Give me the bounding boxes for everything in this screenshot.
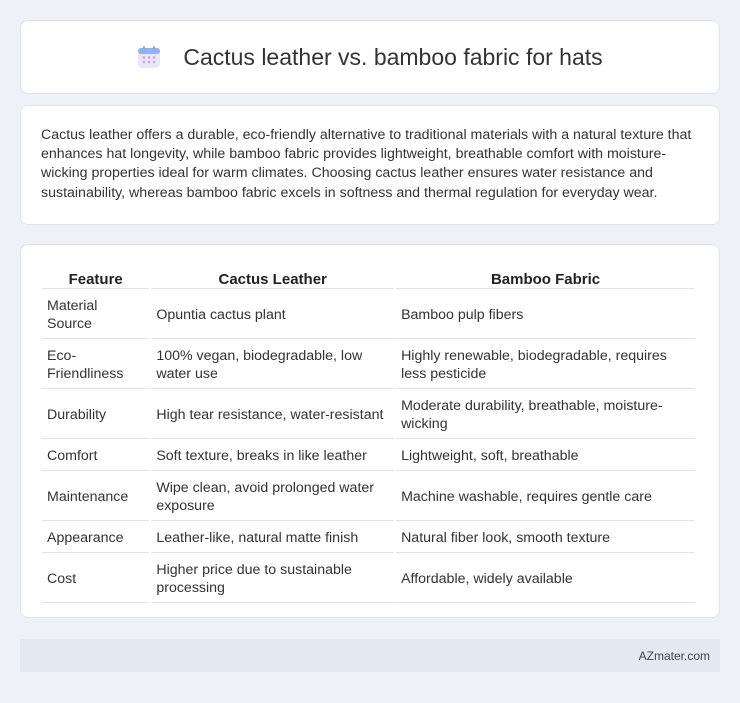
- row-cactus: Wipe clean, avoid prolonged water exposu…: [151, 473, 395, 521]
- row-bamboo: Machine washable, requires gentle care: [396, 473, 695, 521]
- row-feature: Durability: [42, 391, 150, 439]
- summary-card: Cactus leather offers a durable, eco-fri…: [20, 105, 720, 225]
- row-bamboo: Lightweight, soft, breathable: [396, 441, 695, 471]
- summary-text: Cactus leather offers a durable, eco-fri…: [41, 127, 692, 201]
- table-row: Eco-Friendliness 100% vegan, biodegradab…: [42, 341, 695, 389]
- header-cactus-leather: Cactus Leather: [151, 263, 395, 289]
- table-row: Maintenance Wipe clean, avoid prolonged …: [42, 473, 695, 521]
- row-cactus: Soft texture, breaks in like leather: [151, 441, 395, 471]
- footer: AZmater.com: [20, 639, 720, 672]
- table-row: Material Source Opuntia cactus plant Bam…: [42, 291, 695, 339]
- comparison-table-card: Feature Cactus Leather Bamboo Fabric Mat…: [20, 244, 720, 618]
- row-cactus: Opuntia cactus plant: [151, 291, 395, 339]
- row-cactus: High tear resistance, water-resistant: [151, 391, 395, 439]
- row-feature: Comfort: [42, 441, 150, 471]
- header-bamboo-fabric: Bamboo Fabric: [396, 263, 695, 289]
- header-feature: Feature: [42, 263, 150, 289]
- comparison-table: Feature Cactus Leather Bamboo Fabric Mat…: [40, 261, 697, 605]
- footer-brand: AZmater.com: [638, 649, 710, 663]
- row-feature: Cost: [42, 555, 150, 603]
- table-row: Appearance Leather-like, natural matte f…: [42, 523, 695, 553]
- title-card: Cactus leather vs. bamboo fabric for hat…: [20, 20, 720, 94]
- page-title: Cactus leather vs. bamboo fabric for hat…: [183, 43, 603, 70]
- row-bamboo: Bamboo pulp fibers: [396, 291, 695, 339]
- row-feature: Appearance: [42, 523, 150, 553]
- row-bamboo: Highly renewable, biodegradable, require…: [396, 341, 695, 389]
- row-feature: Eco-Friendliness: [42, 341, 150, 389]
- row-cactus: Higher price due to sustainable processi…: [151, 555, 395, 603]
- row-feature: Maintenance: [42, 473, 150, 521]
- table-row: Durability High tear resistance, water-r…: [42, 391, 695, 439]
- row-cactus: 100% vegan, biodegradable, low water use: [151, 341, 395, 389]
- row-bamboo: Affordable, widely available: [396, 555, 695, 603]
- row-bamboo: Moderate durability, breathable, moistur…: [396, 391, 695, 439]
- row-feature: Material Source: [42, 291, 150, 339]
- table-row: Cost Higher price due to sustainable pro…: [42, 555, 695, 603]
- calendar-icon: [137, 45, 161, 69]
- table-row: Comfort Soft texture, breaks in like lea…: [42, 441, 695, 471]
- row-cactus: Leather-like, natural matte finish: [151, 523, 395, 553]
- row-bamboo: Natural fiber look, smooth texture: [396, 523, 695, 553]
- table-header-row: Feature Cactus Leather Bamboo Fabric: [42, 263, 695, 289]
